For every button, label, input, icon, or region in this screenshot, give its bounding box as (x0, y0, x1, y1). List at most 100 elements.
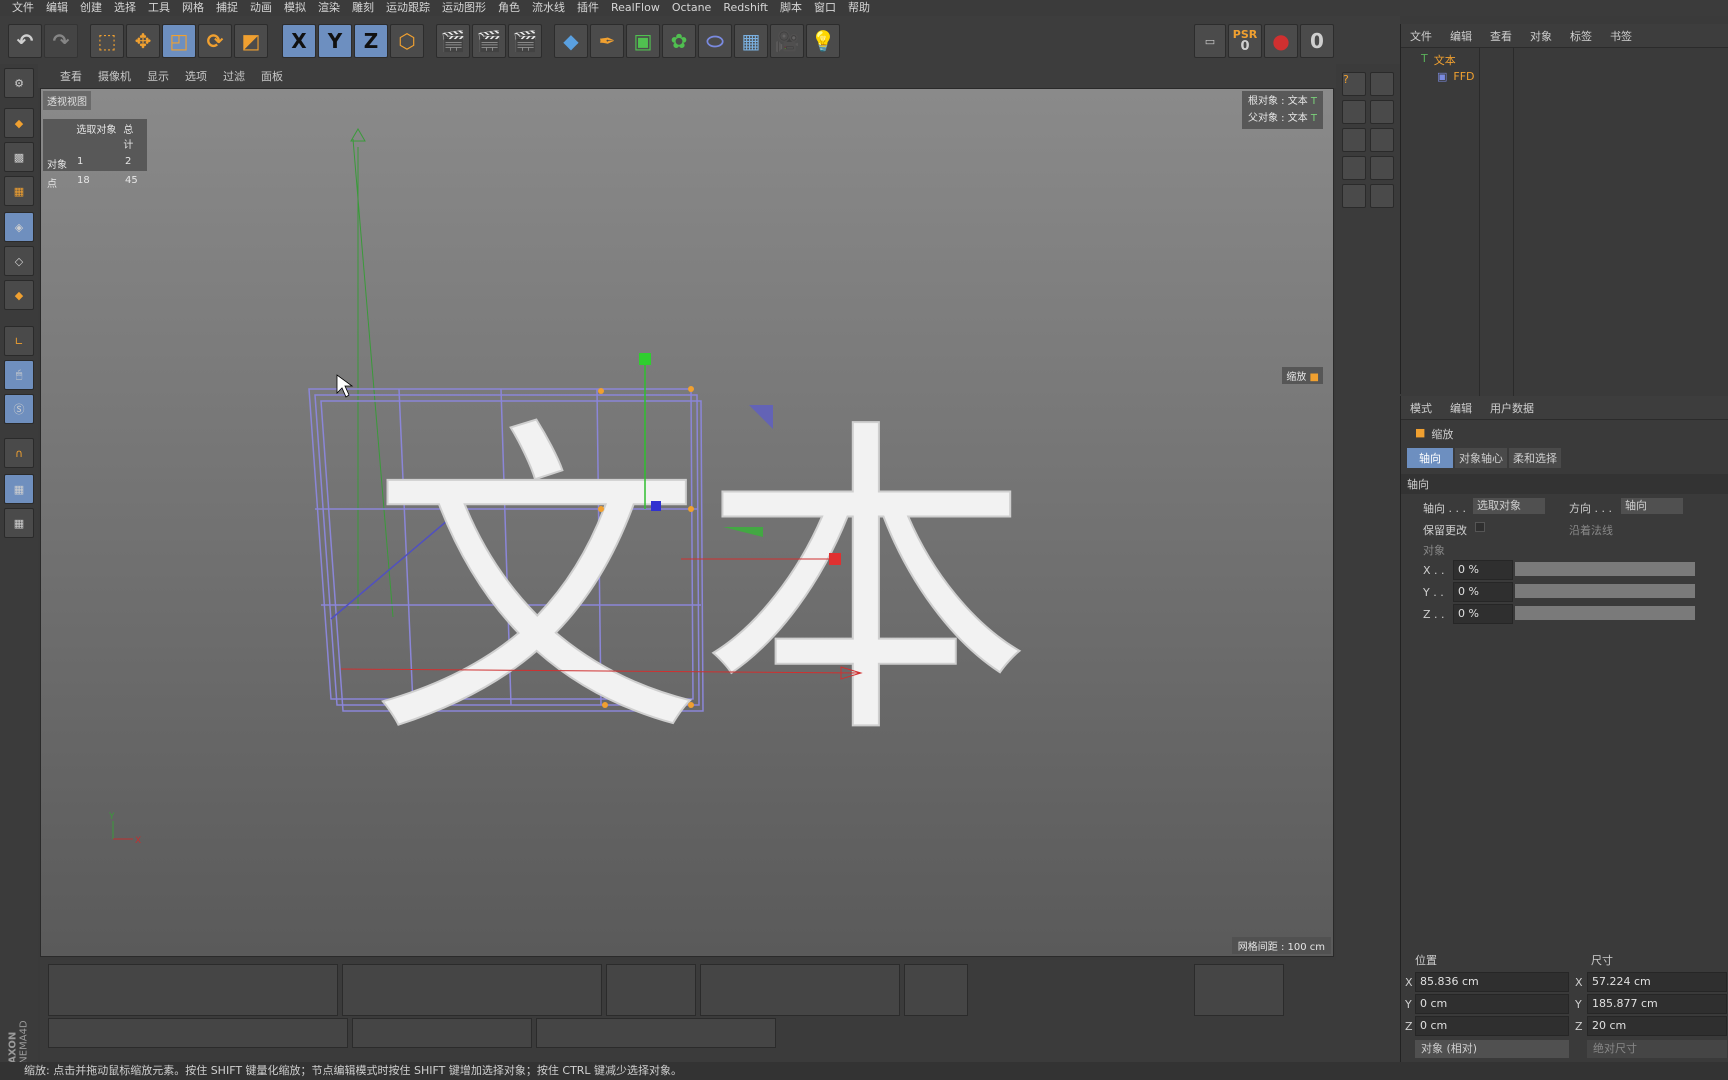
camera-button[interactable]: 🎥 (770, 24, 804, 58)
tab-soft-selection[interactable]: 柔和选择 (1509, 448, 1561, 468)
gizmo-y-handle[interactable] (639, 353, 651, 365)
object-menu-item-5[interactable]: 书签 (1601, 28, 1641, 44)
stage-button[interactable]: ▭ (1194, 24, 1226, 58)
size-mode-dropdown[interactable]: 绝对尺寸 (1587, 1040, 1727, 1058)
menu-item-9[interactable]: 渲染 (312, 0, 346, 16)
menu-item-3[interactable]: 选择 (108, 0, 142, 16)
pen-button[interactable]: ✒ (590, 24, 624, 58)
menu-item-1[interactable]: 编辑 (40, 0, 74, 16)
gizmo-z-handle[interactable] (651, 501, 661, 511)
solo-button[interactable]: Ⓢ (4, 394, 34, 424)
position-z-field[interactable]: 0 cm (1415, 1016, 1569, 1036)
3d-snap-button[interactable] (1370, 128, 1394, 152)
size-x-field[interactable]: 57.224 cm (1587, 972, 1727, 992)
redo-button[interactable]: ↷ (44, 24, 78, 58)
help-button[interactable]: ? (1342, 72, 1366, 96)
tool-group-5[interactable] (904, 964, 968, 1016)
lasso-select-button[interactable] (1342, 156, 1366, 180)
rotate-button[interactable]: ⟳ (198, 24, 232, 58)
workplane-button[interactable]: ▦ (4, 176, 34, 206)
attr-menu-item-0[interactable]: 模式 (1401, 400, 1441, 416)
select-tool-button[interactable] (1342, 100, 1366, 124)
position-x-field[interactable]: 85.836 cm (1415, 972, 1569, 992)
keep-changes-checkbox[interactable] (1475, 522, 1485, 532)
menu-item-0[interactable]: 文件 (6, 0, 40, 16)
cube-button[interactable]: ◆ (554, 24, 588, 58)
menu-item-8[interactable]: 模拟 (278, 0, 312, 16)
render-view-button[interactable]: 🎬 (436, 24, 470, 58)
axis-z-button[interactable]: Z (354, 24, 388, 58)
menu-item-11[interactable]: 运动跟踪 (380, 0, 436, 16)
tool-group-7[interactable] (352, 1018, 532, 1048)
tweak-mode-button[interactable]: 🖱 (4, 360, 34, 390)
position-y-field[interactable]: 0 cm (1415, 994, 1569, 1014)
scale-z-field[interactable]: 0 % (1453, 604, 1513, 624)
viewport-menu-item-5[interactable]: 面板 (253, 68, 291, 84)
axis-y-button[interactable]: Y (318, 24, 352, 58)
object-menu-item-3[interactable]: 对象 (1521, 28, 1561, 44)
magnet-tool-button[interactable] (1370, 72, 1394, 96)
scale-y-slider[interactable] (1515, 584, 1695, 598)
viewport-menu-item-3[interactable]: 选项 (177, 68, 215, 84)
points-mode-button[interactable]: ◈ (4, 212, 34, 242)
poly-select-button[interactable] (1342, 184, 1366, 208)
tool-group-9[interactable] (1194, 964, 1284, 1016)
edges-mode-button[interactable]: ◇ (4, 246, 34, 276)
object-row-ffd[interactable]: ▣ FFD (1437, 70, 1475, 83)
axis-x-button[interactable]: X (282, 24, 316, 58)
axis-mode-button[interactable]: ∟ (4, 326, 34, 356)
tool-group-2[interactable] (342, 964, 602, 1016)
model-mode-button[interactable]: ◆ (4, 108, 34, 138)
attr-menu-item-2[interactable]: 用户数据 (1481, 400, 1543, 416)
make-editable-button[interactable]: ⚙ (4, 68, 34, 98)
menu-item-6[interactable]: 捕捉 (210, 0, 244, 16)
quantize-button[interactable] (1370, 184, 1394, 208)
deformer-button[interactable]: ⬭ (698, 24, 732, 58)
render-picture-viewer-button[interactable]: 🎬 (472, 24, 506, 58)
menu-item-13[interactable]: 角色 (492, 0, 526, 16)
axis-dropdown[interactable]: 选取对象 (1473, 498, 1545, 514)
object-menu-item-4[interactable]: 标签 (1561, 28, 1601, 44)
tool-group-4[interactable] (700, 964, 900, 1016)
live-select-button[interactable]: ⬚ (90, 24, 124, 58)
snap-button[interactable]: ● (1264, 24, 1298, 58)
object-row-text[interactable]: T 文本 (1421, 52, 1456, 68)
tab-axis[interactable]: 轴向 (1407, 448, 1453, 468)
lock-button[interactable]: 0 (1300, 24, 1334, 58)
planar-workplane-button[interactable]: ▦ (4, 508, 34, 538)
tool-group-3[interactable] (606, 964, 696, 1016)
menu-item-14[interactable]: 流水线 (526, 0, 571, 16)
tool-group-8[interactable] (536, 1018, 776, 1048)
2d-snap-button[interactable] (1370, 156, 1394, 180)
viewport-menu-item-4[interactable]: 过滤 (215, 68, 253, 84)
menu-item-18[interactable]: Redshift (717, 0, 774, 16)
subdivision-button[interactable]: ▣ (626, 24, 660, 58)
menu-item-16[interactable]: RealFlow (605, 0, 666, 16)
render-settings-button[interactable]: 🎬 (508, 24, 542, 58)
menu-item-19[interactable]: 脚本 (774, 0, 808, 16)
tool-group-6[interactable] (48, 1018, 348, 1048)
scene-canvas[interactable]: 文本 Y X (41, 89, 1334, 957)
scale-z-slider[interactable] (1515, 606, 1695, 620)
object-menu-item-2[interactable]: 查看 (1481, 28, 1521, 44)
recent-tool-button[interactable]: ◩ (234, 24, 268, 58)
menu-item-4[interactable]: 工具 (142, 0, 176, 16)
scale-y-field[interactable]: 0 % (1453, 582, 1513, 602)
rect-select-button[interactable] (1342, 128, 1366, 152)
object-menu-item-1[interactable]: 编辑 (1441, 28, 1481, 44)
texture-mode-button[interactable]: ▩ (4, 142, 34, 172)
size-y-field[interactable]: 185.877 cm (1587, 994, 1727, 1014)
size-z-field[interactable]: 20 cm (1587, 1016, 1727, 1036)
menu-item-7[interactable]: 动画 (244, 0, 278, 16)
viewport-menu-item-0[interactable]: 查看 (52, 68, 90, 84)
menu-item-21[interactable]: 帮助 (842, 0, 876, 16)
attr-menu-item-1[interactable]: 编辑 (1441, 400, 1481, 416)
gizmo-x-handle[interactable] (829, 553, 841, 565)
viewport[interactable]: 透视视图 选取对象 总计 对象 1 2 点 18 45 根对象 : 文本 T 父对象 : … (40, 88, 1334, 957)
viewport-menu-item-1[interactable]: 摄像机 (90, 68, 139, 84)
menu-item-17[interactable]: Octane (666, 0, 718, 16)
tab-object-axis[interactable]: 对象轴心 (1455, 448, 1507, 468)
undo-button[interactable]: ↶ (8, 24, 42, 58)
lock-workplane-button[interactable]: ▦ (4, 474, 34, 504)
menu-item-12[interactable]: 运动图形 (436, 0, 492, 16)
